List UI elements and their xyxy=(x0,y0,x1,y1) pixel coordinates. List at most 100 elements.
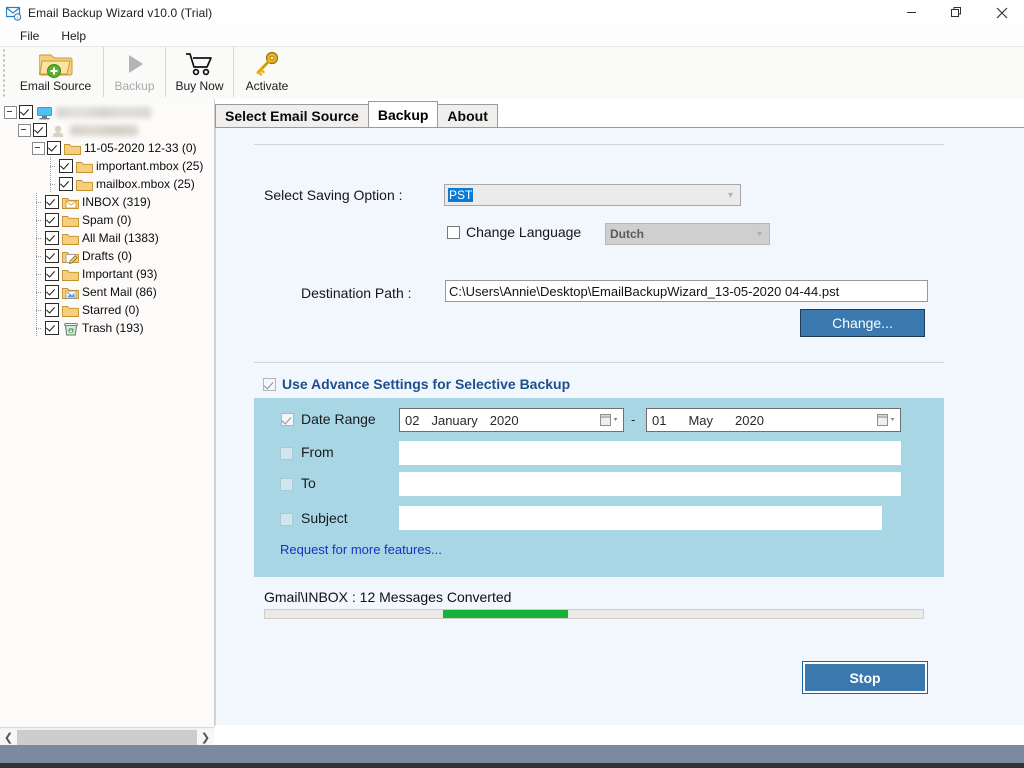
tab-about[interactable]: About xyxy=(437,104,497,127)
date-range-from-field[interactable]: 02 January 2020 xyxy=(399,408,624,432)
tab-select-email-source[interactable]: Select Email Source xyxy=(215,104,369,127)
tree-expander-icon[interactable] xyxy=(4,106,17,119)
tree-item-checkbox[interactable] xyxy=(45,231,59,245)
to-checkbox[interactable] xyxy=(280,478,293,491)
tree-connector xyxy=(32,265,41,283)
tree-item[interactable]: Trash (193) xyxy=(0,319,214,337)
language-select[interactable]: Dutch ▾ xyxy=(605,223,770,245)
folder-icon xyxy=(64,141,81,155)
scroll-left-arrow-icon[interactable]: ❮ xyxy=(0,729,17,746)
tree-item[interactable]: mailbox.mbox (25) xyxy=(0,175,214,193)
tree-item-checkbox[interactable] xyxy=(59,177,73,191)
tree-item-checkbox[interactable] xyxy=(45,321,59,335)
monitor-icon xyxy=(36,105,53,119)
tree-item-checkbox[interactable] xyxy=(45,267,59,281)
tree-item-checkbox[interactable] xyxy=(45,303,59,317)
inbox-folder-icon xyxy=(62,195,79,209)
tree-item[interactable]: Sent Mail (86) xyxy=(0,283,214,301)
tree-item-label: Drafts (0) xyxy=(82,249,132,263)
tree-expander-icon[interactable] xyxy=(18,124,31,137)
tree-item-label: Spam (0) xyxy=(82,213,131,227)
saving-option-select[interactable]: PST ▾ xyxy=(444,184,741,206)
restore-icon[interactable] xyxy=(934,0,979,25)
change-path-button[interactable]: Change... xyxy=(800,309,925,337)
toolbar-backup-button[interactable]: Backup xyxy=(104,47,166,97)
to-input[interactable] xyxy=(399,472,901,496)
scrollbar-track[interactable] xyxy=(17,729,197,746)
tree-item[interactable]: Important (93) xyxy=(0,265,214,283)
tree-item-checkbox[interactable] xyxy=(45,285,59,299)
tree-item-label-redacted xyxy=(56,107,151,118)
window-controls xyxy=(889,0,1024,25)
menu-help[interactable]: Help xyxy=(51,27,96,45)
minimize-icon[interactable] xyxy=(889,0,934,25)
tree-item[interactable]: All Mail (1383) xyxy=(0,229,214,247)
tree-item[interactable] xyxy=(0,103,214,121)
to-day: 01 xyxy=(652,413,666,428)
change-language-checkbox[interactable] xyxy=(447,226,460,239)
drafts-folder-icon xyxy=(62,249,79,263)
folder-tree-pane[interactable]: 11-05-2020 12-33 (0)important.mbox (25) m… xyxy=(0,99,215,727)
tree-expander-icon[interactable] xyxy=(32,142,45,155)
tree-item[interactable]: important.mbox (25) xyxy=(0,157,214,175)
tab-strip: Select Email Source Backup About xyxy=(215,102,497,127)
tree-item-checkbox[interactable] xyxy=(45,213,59,227)
toolbar-email-source-button[interactable]: Email Source xyxy=(8,47,104,97)
toolbar-buy-now-button[interactable]: Buy Now xyxy=(166,47,234,97)
calendar-dropdown-icon[interactable] xyxy=(877,413,897,427)
folder-icon xyxy=(76,159,93,173)
tree-item-label-redacted xyxy=(70,125,138,136)
tree-connector xyxy=(32,319,41,337)
calendar-dropdown-icon[interactable] xyxy=(600,413,620,427)
date-range-checkbox[interactable] xyxy=(281,413,294,426)
tree-item-label: Trash (193) xyxy=(82,321,144,335)
tab-backup[interactable]: Backup xyxy=(368,101,439,127)
tree-item[interactable]: Drafts (0) xyxy=(0,247,214,265)
tree-horizontal-scrollbar[interactable]: ❮ ❯ xyxy=(0,727,214,746)
from-label: From xyxy=(301,444,334,460)
destination-path-input[interactable]: C:\Users\Annie\Desktop\EmailBackupWizard… xyxy=(445,280,928,302)
tree-item-label: mailbox.mbox (25) xyxy=(96,177,195,191)
subject-checkbox[interactable] xyxy=(280,513,293,526)
tree-item-checkbox[interactable] xyxy=(33,123,47,137)
request-more-features-link[interactable]: Request for more features... xyxy=(280,542,442,557)
date-range-to-field[interactable]: 01 May 2020 xyxy=(646,408,901,432)
date-range-separator: - xyxy=(631,412,635,427)
toolbar-email-source-label: Email Source xyxy=(20,79,91,93)
app-icon: i xyxy=(6,5,22,21)
toolbar-grip[interactable] xyxy=(0,49,8,97)
chevron-down-icon: ▾ xyxy=(728,190,733,201)
language-value: Dutch xyxy=(609,227,645,241)
toolbar-activate-label: Activate xyxy=(246,79,289,93)
tree-item-checkbox[interactable] xyxy=(47,141,61,155)
tree-item[interactable] xyxy=(0,121,214,139)
tree-item-checkbox[interactable] xyxy=(45,249,59,263)
stop-button[interactable]: Stop xyxy=(802,661,928,694)
saving-option-label: Select Saving Option : xyxy=(264,187,403,203)
use-advance-settings-checkbox[interactable] xyxy=(263,378,276,391)
subject-input[interactable] xyxy=(399,506,882,530)
scrollbar-thumb[interactable] xyxy=(17,730,197,745)
tree-connector xyxy=(32,301,41,319)
from-checkbox[interactable] xyxy=(280,447,293,460)
folder-icon xyxy=(62,231,79,245)
toolbar-buy-now-label: Buy Now xyxy=(175,79,223,93)
tree-item-checkbox[interactable] xyxy=(45,195,59,209)
progress-bar-chunk xyxy=(443,610,568,618)
app-window: i Email Backup Wizard v10.0 (Trial) File xyxy=(0,0,1024,768)
tree-item[interactable]: INBOX (319) xyxy=(0,193,214,211)
scroll-right-arrow-icon[interactable]: ❯ xyxy=(197,729,214,746)
close-icon[interactable] xyxy=(979,0,1024,25)
tree-item[interactable]: 11-05-2020 12-33 (0) xyxy=(0,139,214,157)
tree-connector xyxy=(32,247,41,265)
from-input[interactable] xyxy=(399,441,901,465)
menu-file[interactable]: File xyxy=(10,27,49,45)
chevron-down-icon: ▾ xyxy=(757,229,762,240)
toolbar-activate-button[interactable]: Activate xyxy=(234,47,300,97)
toolbar-backup-label: Backup xyxy=(114,79,154,93)
tree-item-checkbox[interactable] xyxy=(19,105,33,119)
tree-item-checkbox[interactable] xyxy=(59,159,73,173)
trash-folder-icon xyxy=(62,321,79,335)
tree-item[interactable]: Spam (0) xyxy=(0,211,214,229)
tree-item[interactable]: Starred (0) xyxy=(0,301,214,319)
